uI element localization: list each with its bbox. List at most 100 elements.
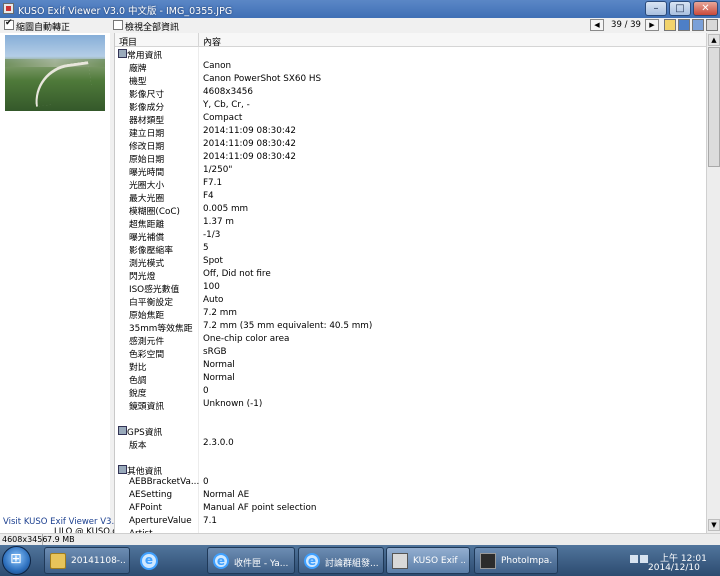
save-icon[interactable] bbox=[678, 19, 690, 31]
row-value: sRGB bbox=[203, 347, 227, 357]
settings-icon[interactable] bbox=[706, 19, 718, 31]
system-tray: 上午 12:01 2014/12/10 bbox=[628, 545, 720, 576]
close-button[interactable]: ✕ bbox=[693, 1, 718, 16]
export-icon[interactable] bbox=[692, 19, 704, 31]
window-title: KUSO Exif Viewer V3.0 中文版 - IMG_0355.JPG bbox=[18, 6, 233, 17]
table-row[interactable]: AFPoint Manual AF point selection bbox=[115, 502, 706, 515]
taskbar-item-kuso[interactable]: KUSO Exif ... bbox=[386, 547, 470, 574]
table-row[interactable]: 機型 Canon PowerShot SX60 HS bbox=[115, 73, 706, 87]
taskbar-item-mail[interactable]: e 收件匣 - Ya... bbox=[207, 547, 295, 574]
group-header-row[interactable]: 其他資訊 bbox=[115, 463, 706, 477]
table-row[interactable]: 閃光燈 Off, Did not fire bbox=[115, 268, 706, 282]
status-divider bbox=[42, 534, 43, 545]
table-row[interactable]: 光圈大小 F7.1 bbox=[115, 177, 706, 191]
taskbar-item-photoimpact[interactable]: PhotoImpa... bbox=[474, 547, 558, 574]
taskbar-item-label: 收件匣 - Ya... bbox=[234, 559, 289, 569]
taskbar-item-folder[interactable]: 20141108-... bbox=[44, 547, 130, 574]
table-row[interactable]: 銳度 0 bbox=[115, 385, 706, 399]
show-all-label[interactable]: 檢視全部資訊 bbox=[125, 20, 179, 33]
tray-date[interactable]: 2014/12/10 bbox=[648, 563, 700, 573]
table-header: 項目 內容 bbox=[115, 33, 706, 48]
table-row[interactable]: 曝光時間 1/250" bbox=[115, 164, 706, 178]
vertical-scrollbar[interactable]: ▲ ▼ bbox=[706, 33, 720, 533]
table-row[interactable]: 影像尺寸 4608x3456 bbox=[115, 86, 706, 100]
table-row[interactable]: 對比 Normal bbox=[115, 359, 706, 373]
row-value: 1/250" bbox=[203, 165, 233, 175]
table-row[interactable]: ISO感光數值 100 bbox=[115, 281, 706, 295]
row-value: 7.2 mm (35 mm equivalent: 40.5 mm) bbox=[203, 321, 373, 331]
table-row[interactable]: 原始日期 2014:11:09 08:30:42 bbox=[115, 151, 706, 165]
table-row[interactable]: 色調 Normal bbox=[115, 372, 706, 386]
thumbnail-panel bbox=[0, 33, 110, 533]
next-image-button[interactable]: ▶ bbox=[645, 19, 659, 31]
image-thumbnail[interactable] bbox=[5, 35, 105, 111]
table-row[interactable]: 最大光圈 F4 bbox=[115, 190, 706, 204]
row-key: AESetting bbox=[129, 490, 173, 500]
visit-link[interactable]: Visit KUSO Exif Viewer V3.0 bbox=[3, 517, 120, 527]
table-row[interactable]: 白平衡設定 Auto bbox=[115, 294, 706, 308]
ie-icon: e bbox=[213, 553, 229, 569]
table-row[interactable] bbox=[115, 411, 706, 424]
column-divider[interactable] bbox=[198, 33, 199, 47]
volume-icon[interactable] bbox=[640, 555, 648, 563]
ie-icon: e bbox=[140, 552, 158, 570]
auto-rotate-checkbox[interactable] bbox=[4, 18, 14, 30]
taskbar: 20141108-... e e 收件匣 - Ya... e 討論群組發... … bbox=[0, 545, 720, 576]
row-value: Off, Did not fire bbox=[203, 269, 271, 279]
row-value: Normal bbox=[203, 373, 235, 383]
table-row[interactable]: AESetting Normal AE bbox=[115, 489, 706, 502]
title-bar: KUSO Exif Viewer V3.0 中文版 - IMG_0355.JPG… bbox=[0, 0, 720, 18]
table-row[interactable]: 原始焦距 7.2 mm bbox=[115, 307, 706, 321]
minimize-button[interactable]: – bbox=[645, 1, 667, 16]
group-icon bbox=[118, 426, 127, 435]
thumbnail-ridge bbox=[5, 59, 105, 67]
options-toolbar: 縮圖自動轉正 檢視全部資訊 ◀ 39 / 39 ▶ bbox=[0, 18, 720, 33]
scrollbar-thumb[interactable] bbox=[708, 47, 720, 167]
table-row[interactable]: 鏡頭資訊 Unknown (-1) bbox=[115, 398, 706, 412]
taskbar-item-label: 討論群組發... bbox=[325, 559, 379, 569]
table-row[interactable]: 器材類型 Compact bbox=[115, 112, 706, 126]
table-row[interactable]: 廠牌 Canon bbox=[115, 60, 706, 74]
row-value: 1.37 m bbox=[203, 217, 234, 227]
open-folder-icon[interactable] bbox=[664, 19, 676, 31]
group-header-row[interactable]: 常用資訊 bbox=[115, 47, 706, 61]
column-divider bbox=[198, 47, 199, 60]
prev-image-button[interactable]: ◀ bbox=[590, 19, 604, 31]
auto-rotate-label[interactable]: 縮圖自動轉正 bbox=[16, 20, 70, 33]
group-icon bbox=[118, 465, 127, 474]
row-value: One-chip color area bbox=[203, 334, 290, 344]
table-row[interactable]: 超焦距離 1.37 m bbox=[115, 216, 706, 230]
folder-icon bbox=[50, 553, 66, 569]
table-row[interactable]: 版本 2.3.0.0 bbox=[115, 437, 706, 451]
table-row[interactable]: 曝光補償 -1/3 bbox=[115, 229, 706, 243]
column-divider bbox=[198, 424, 199, 437]
network-icon[interactable] bbox=[630, 555, 638, 563]
table-row[interactable]: 修改日期 2014:11:09 08:30:42 bbox=[115, 138, 706, 152]
table-row[interactable]: 色彩空間 sRGB bbox=[115, 346, 706, 360]
table-row[interactable]: 35mm等效焦距 7.2 mm (35 mm equivalent: 40.5 m… bbox=[115, 320, 706, 334]
status-dimensions: 4608x3456 bbox=[2, 535, 48, 544]
start-button[interactable] bbox=[2, 546, 31, 575]
scroll-down-icon[interactable]: ▼ bbox=[708, 519, 720, 531]
table-row[interactable]: ApertureValue 7.1 bbox=[115, 515, 706, 528]
row-value: Normal bbox=[203, 360, 235, 370]
row-value: Manual AF point selection bbox=[203, 503, 317, 513]
taskbar-item-forum[interactable]: e 討論群組發... bbox=[298, 547, 384, 574]
table-row[interactable]: 測光模式 Spot bbox=[115, 255, 706, 269]
table-row[interactable]: 影像壓縮率 5 bbox=[115, 242, 706, 256]
table-row[interactable]: 建立日期 2014:11:09 08:30:42 bbox=[115, 125, 706, 139]
taskbar-item-label: 20141108-... bbox=[71, 556, 125, 566]
group-icon bbox=[118, 49, 127, 58]
pinned-ie[interactable]: e bbox=[130, 547, 168, 574]
maximize-button[interactable]: □ bbox=[669, 1, 691, 16]
table-row[interactable]: 感測元件 One-chip color area bbox=[115, 333, 706, 347]
table-row[interactable]: AEBBracketVa... 0 bbox=[115, 476, 706, 489]
table-row[interactable]: 模糊圈(CoC) 0.005 mm bbox=[115, 203, 706, 217]
table-row[interactable] bbox=[115, 450, 706, 463]
row-value: Unknown (-1) bbox=[203, 399, 263, 409]
scroll-up-icon[interactable]: ▲ bbox=[708, 34, 720, 46]
group-header-row[interactable]: GPS資訊 bbox=[115, 424, 706, 438]
status-filesize: 7.9 MB bbox=[47, 535, 75, 544]
show-all-checkbox[interactable] bbox=[113, 20, 123, 30]
table-row[interactable]: 影像成分 Y, Cb, Cr, - bbox=[115, 99, 706, 113]
